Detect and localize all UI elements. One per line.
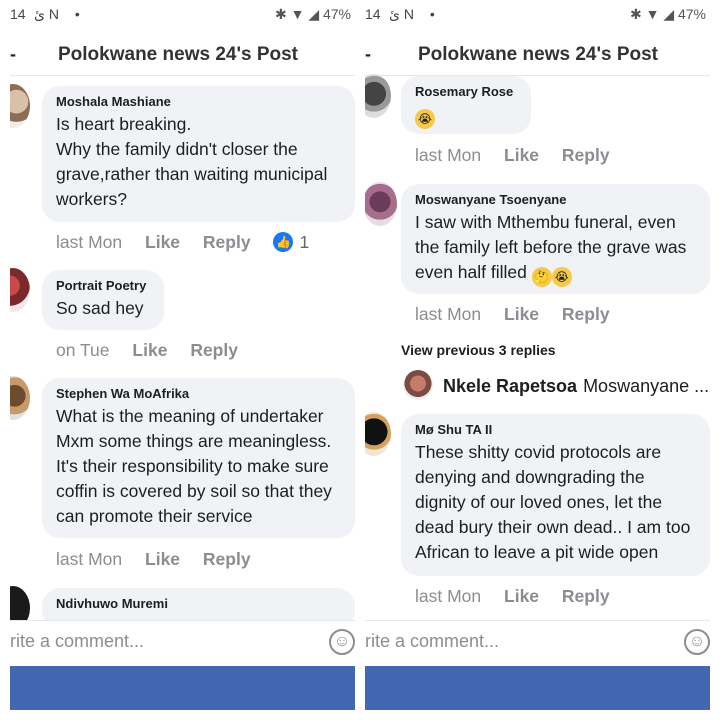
comment-bubble: Moshala Mashiane Is heart breaking. Why … <box>42 86 355 222</box>
commenter-name[interactable]: Portrait Poetry <box>56 278 152 293</box>
avatar[interactable] <box>365 182 397 226</box>
like-button[interactable]: Like <box>145 232 180 252</box>
comment-actions: last Mon Like Reply <box>415 304 628 325</box>
page-title: Polokwane news 24's Post <box>58 44 298 65</box>
bottom-bar <box>365 666 710 710</box>
notification-icons: ئ N • <box>389 6 441 22</box>
comment-time: last Mon <box>415 304 482 324</box>
comment-text: These shitty covid protocols are denying… <box>415 442 695 562</box>
comment-composer: rite a comment... ☺ <box>365 620 710 664</box>
commenter-name[interactable]: Rosemary Rose <box>415 84 519 99</box>
comment-composer: rite a comment... ☺ <box>10 620 355 664</box>
reply-button[interactable]: Reply <box>562 145 610 165</box>
comment-text: 😭 <box>415 102 519 129</box>
thinking-emoji-icon: 🤔 <box>531 267 552 287</box>
emoji-icon[interactable]: ☺ <box>329 629 355 655</box>
comment-input[interactable]: rite a comment... <box>365 631 499 652</box>
comment-time: last Mon <box>56 549 123 569</box>
commenter-name[interactable]: Stephen Wa MoAfrika <box>56 386 343 401</box>
comment-time: on Tue <box>56 340 110 360</box>
signal-battery-icons: ✱ ▼ ◢ 47% <box>629 6 706 22</box>
comment-actions: on Tue Like Reply <box>56 340 256 361</box>
reply-composer-mention[interactable]: Nkele Rapetsoa Moswanyane ... <box>443 376 709 397</box>
like-button[interactable]: Like <box>504 145 539 165</box>
reply-button[interactable]: Reply <box>203 232 251 252</box>
emoji-icon[interactable]: ☺ <box>684 629 710 655</box>
post-header: - Polokwane news 24's Post <box>365 36 710 76</box>
thumbs-up-icon: 👍 <box>273 232 294 252</box>
commenter-name[interactable]: Moswanyane Tsoenyane <box>415 192 698 207</box>
comment-time: last Mon <box>415 145 482 165</box>
comment-time: last Mon <box>56 232 123 252</box>
comment-actions: last Mon Like Reply <box>56 549 269 570</box>
comment-bubble: Moswanyane Tsoenyane I saw with Mthembu … <box>401 184 710 294</box>
comment-bubble: Portrait Poetry So sad hey <box>42 270 164 330</box>
reply-button[interactable]: Reply <box>562 304 610 324</box>
comment-text: Is heart breaking. Why the family didn't… <box>56 114 328 209</box>
avatar[interactable] <box>403 370 433 400</box>
comment-actions: last Mon Like Reply <box>415 586 628 607</box>
like-button[interactable]: Like <box>145 549 180 569</box>
comment-actions: last Mon Like Reply <box>415 145 628 166</box>
crying-emoji-icon: 😭 <box>415 109 435 129</box>
reaction-count[interactable]: 1 <box>299 232 309 252</box>
status-bar: 14 ئ N • ✱ ▼ ◢ 47% <box>365 0 710 30</box>
reply-author-name[interactable]: Nkele Rapetsoa <box>443 376 577 396</box>
comment-input[interactable]: rite a comment... <box>10 631 144 652</box>
mention-text[interactable]: Moswanyane ... <box>583 376 709 396</box>
comment-bubble: Mø Shu TA II These shitty covid protocol… <box>401 414 710 576</box>
back-arrow-icon[interactable]: - <box>10 44 16 65</box>
reply-button[interactable]: Reply <box>562 586 610 606</box>
commenter-name[interactable]: Moshala Mashiane <box>56 94 343 109</box>
like-button[interactable]: Like <box>504 586 539 606</box>
bottom-bar <box>10 666 355 710</box>
notification-icons: ئ N • <box>34 6 86 22</box>
status-time: 14 <box>10 6 26 22</box>
avatar[interactable] <box>10 376 30 420</box>
comment-text: So sad hey <box>56 298 144 318</box>
signal-battery-icons: ✱ ▼ ◢ 47% <box>274 6 351 22</box>
avatar[interactable] <box>10 84 30 128</box>
post-header: - Polokwane news 24's Post <box>10 36 355 76</box>
comment-actions: last Mon Like Reply 👍 1 <box>56 232 327 253</box>
commenter-name[interactable]: Mø Shu TA II <box>415 422 698 437</box>
reply-button[interactable]: Reply <box>190 340 238 360</box>
avatar[interactable] <box>365 412 391 456</box>
crying-emoji-icon: 😭 <box>551 267 572 287</box>
back-arrow-icon[interactable]: - <box>365 44 371 65</box>
status-time: 14 <box>365 6 381 22</box>
divider <box>355 0 365 720</box>
view-previous-replies-link[interactable]: View previous 3 replies <box>401 342 556 358</box>
comment-bubble: Rosemary Rose 😭 <box>401 76 531 134</box>
commenter-name[interactable]: Ndivhuwo Muremi <box>56 596 343 611</box>
comment-text: What is the meaning of undertaker Mxm so… <box>56 406 337 526</box>
avatar[interactable] <box>10 268 30 312</box>
comment-bubble: Stephen Wa MoAfrika What is the meaning … <box>42 378 355 538</box>
status-bar: 14 ئ N • ✱ ▼ ◢ 47% <box>10 0 355 30</box>
left-screenshot-panel: 14 ئ N • ✱ ▼ ◢ 47% - Polokwane news 24's… <box>10 0 355 720</box>
reply-button[interactable]: Reply <box>203 549 251 569</box>
page-title: Polokwane news 24's Post <box>418 44 658 65</box>
like-button[interactable]: Like <box>132 340 167 360</box>
right-screenshot-panel: 14 ئ N • ✱ ▼ ◢ 47% - Polokwane news 24's… <box>365 0 710 720</box>
comment-time: last Mon <box>415 586 482 606</box>
avatar[interactable] <box>365 74 391 118</box>
like-button[interactable]: Like <box>504 304 539 324</box>
